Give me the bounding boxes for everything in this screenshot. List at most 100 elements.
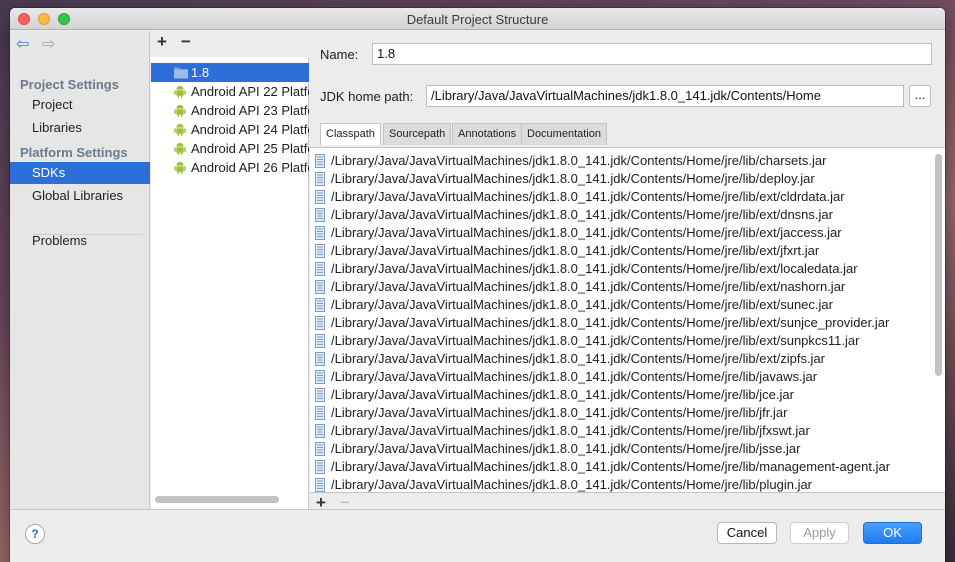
sdk-item-android-24[interactable]: Android API 24 Platform (151, 120, 309, 139)
classpath-entry[interactable]: /Library/Java/JavaVirtualMachines/jdk1.8… (310, 368, 930, 386)
project-settings-header: Project Settings (20, 77, 119, 92)
jar-archive-icon (315, 460, 325, 474)
sdk-list-panel: + − 1.8 Android API 22 Platform (151, 31, 309, 509)
android-icon (174, 142, 186, 155)
ok-button[interactable]: OK (863, 522, 922, 544)
sdk-item-label: Android API 23 Platform (191, 103, 309, 118)
jar-archive-icon (315, 442, 325, 456)
sdk-item-android-23[interactable]: Android API 23 Platform (151, 101, 309, 120)
tab-documentation-paths[interactable]: Documentation Paths (521, 123, 607, 161)
project-structure-window: Default Project Structure ⇦ ⇨ Project Se… (10, 8, 945, 562)
classpath-entry[interactable]: /Library/Java/JavaVirtualMachines/jdk1.8… (310, 404, 930, 422)
jar-archive-icon (315, 208, 325, 222)
classpath-entry-path: /Library/Java/JavaVirtualMachines/jdk1.8… (331, 459, 891, 474)
sdk-toolbar: + − (151, 31, 309, 57)
sdk-item-android-26[interactable]: Android API 26 Platform (151, 158, 309, 177)
classpath-entry[interactable]: /Library/Java/JavaVirtualMachines/jdk1.8… (310, 314, 930, 332)
help-button[interactable]: ? (25, 524, 45, 544)
jar-archive-icon (315, 316, 325, 330)
jar-archive-icon (315, 334, 325, 348)
jar-archive-icon (315, 280, 325, 294)
nav-item-libraries[interactable]: Libraries (10, 117, 150, 139)
name-field[interactable]: 1.8 (372, 43, 932, 65)
classpath-list: /Library/Java/JavaVirtualMachines/jdk1.8… (310, 147, 945, 493)
jar-archive-icon (315, 424, 325, 438)
classpath-entry[interactable]: /Library/Java/JavaVirtualMachines/jdk1.8… (310, 206, 930, 224)
android-icon (174, 104, 186, 117)
jdk-home-path-label: JDK home path: (320, 89, 414, 104)
jar-archive-icon (315, 262, 325, 276)
sdk-details-panel: Name: 1.8 JDK home path: /Library/Java/J… (310, 31, 945, 512)
classpath-entry[interactable]: /Library/Java/JavaVirtualMachines/jdk1.8… (310, 422, 930, 440)
sdk-item-label: Android API 25 Platform (191, 141, 309, 156)
classpath-entry[interactable]: /Library/Java/JavaVirtualMachines/jdk1.8… (310, 476, 930, 492)
classpath-entry-path: /Library/Java/JavaVirtualMachines/jdk1.8… (331, 333, 860, 348)
tab-sourcepath[interactable]: Sourcepath (383, 123, 452, 145)
sdk-item-label: Android API 26 Platform (191, 160, 309, 175)
classpath-entry-path: /Library/Java/JavaVirtualMachines/jdk1.8… (331, 243, 820, 258)
classpath-entry[interactable]: /Library/Java/JavaVirtualMachines/jdk1.8… (310, 440, 930, 458)
classpath-entry-path: /Library/Java/JavaVirtualMachines/jdk1.8… (331, 297, 833, 312)
classpath-entry-path: /Library/Java/JavaVirtualMachines/jdk1.8… (331, 279, 846, 294)
classpath-entry[interactable]: /Library/Java/JavaVirtualMachines/jdk1.8… (310, 332, 930, 350)
apply-button[interactable]: Apply (790, 522, 849, 544)
classpath-entry-path: /Library/Java/JavaVirtualMachines/jdk1.8… (331, 369, 818, 384)
settings-nav: ⇦ ⇨ Project Settings Project Libraries P… (10, 31, 150, 509)
classpath-vertical-scrollbar[interactable] (935, 154, 942, 376)
classpath-entry[interactable]: /Library/Java/JavaVirtualMachines/jdk1.8… (310, 278, 930, 296)
classpath-entry-path: /Library/Java/JavaVirtualMachines/jdk1.8… (331, 207, 833, 222)
classpath-entry[interactable]: /Library/Java/JavaVirtualMachines/jdk1.8… (310, 188, 930, 206)
title-bar: Default Project Structure (10, 8, 945, 30)
jar-archive-icon (315, 352, 325, 366)
nav-item-project[interactable]: Project (10, 94, 150, 116)
dialog-footer: ? Cancel Apply OK (10, 509, 945, 562)
add-sdk-button[interactable]: + (157, 33, 167, 51)
remove-sdk-button[interactable]: − (181, 33, 191, 51)
classpath-entry[interactable]: /Library/Java/JavaVirtualMachines/jdk1.8… (310, 224, 930, 242)
classpath-entry-path: /Library/Java/JavaVirtualMachines/jdk1.8… (331, 405, 788, 420)
browse-jdk-button[interactable]: ... (909, 85, 931, 107)
tab-classpath[interactable]: Classpath (320, 123, 381, 145)
jar-archive-icon (315, 370, 325, 384)
classpath-entry[interactable]: /Library/Java/JavaVirtualMachines/jdk1.8… (310, 152, 930, 170)
jdk-home-path-field[interactable]: /Library/Java/JavaVirtualMachines/jdk1.8… (426, 85, 904, 107)
classpath-entry-path: /Library/Java/JavaVirtualMachines/jdk1.8… (331, 315, 890, 330)
classpath-entry-path: /Library/Java/JavaVirtualMachines/jdk1.8… (331, 423, 810, 438)
classpath-entry[interactable]: /Library/Java/JavaVirtualMachines/jdk1.8… (310, 170, 930, 188)
tab-annotations[interactable]: Annotations (452, 123, 523, 145)
jar-archive-icon (315, 406, 325, 420)
classpath-entry[interactable]: /Library/Java/JavaVirtualMachines/jdk1.8… (310, 296, 930, 314)
sdk-item-android-25[interactable]: Android API 25 Platform (151, 139, 309, 158)
jar-archive-icon (315, 172, 325, 186)
sdk-list-horizontal-scrollbar[interactable] (155, 496, 279, 503)
sdk-item-label: Android API 22 Platform (191, 84, 309, 99)
sdk-item-label: Android API 24 Platform (191, 122, 309, 137)
back-arrow-icon[interactable]: ⇦ (16, 37, 29, 53)
jar-archive-icon (315, 298, 325, 312)
classpath-entry[interactable]: /Library/Java/JavaVirtualMachines/jdk1.8… (310, 386, 930, 404)
jar-archive-icon (315, 388, 325, 402)
sdk-item-1-8[interactable]: 1.8 (151, 63, 309, 82)
classpath-entry-path: /Library/Java/JavaVirtualMachines/jdk1.8… (331, 225, 842, 240)
nav-item-problems[interactable]: Problems (10, 230, 150, 252)
classpath-entry-path: /Library/Java/JavaVirtualMachines/jdk1.8… (331, 477, 813, 492)
classpath-entry[interactable]: /Library/Java/JavaVirtualMachines/jdk1.8… (310, 458, 930, 476)
nav-item-sdks[interactable]: SDKs (10, 162, 150, 184)
platform-settings-header: Platform Settings (20, 145, 128, 160)
classpath-entry-path: /Library/Java/JavaVirtualMachines/jdk1.8… (331, 387, 794, 402)
classpath-entry[interactable]: /Library/Java/JavaVirtualMachines/jdk1.8… (310, 350, 930, 368)
classpath-entry[interactable]: /Library/Java/JavaVirtualMachines/jdk1.8… (310, 260, 930, 278)
android-icon (174, 123, 186, 136)
window-title: Default Project Structure (406, 12, 549, 27)
nav-item-global-libraries[interactable]: Global Libraries (10, 185, 150, 207)
classpath-entry[interactable]: /Library/Java/JavaVirtualMachines/jdk1.8… (310, 242, 930, 260)
folder-icon (174, 67, 188, 79)
forward-arrow-icon[interactable]: ⇨ (42, 37, 55, 53)
cancel-button[interactable]: Cancel (717, 522, 777, 544)
jar-archive-icon (315, 478, 325, 492)
jar-archive-icon (315, 154, 325, 168)
sdk-item-label: 1.8 (191, 65, 210, 80)
classpath-entry-path: /Library/Java/JavaVirtualMachines/jdk1.8… (331, 261, 858, 276)
jar-archive-icon (315, 190, 325, 204)
sdk-item-android-22[interactable]: Android API 22 Platform (151, 82, 309, 101)
